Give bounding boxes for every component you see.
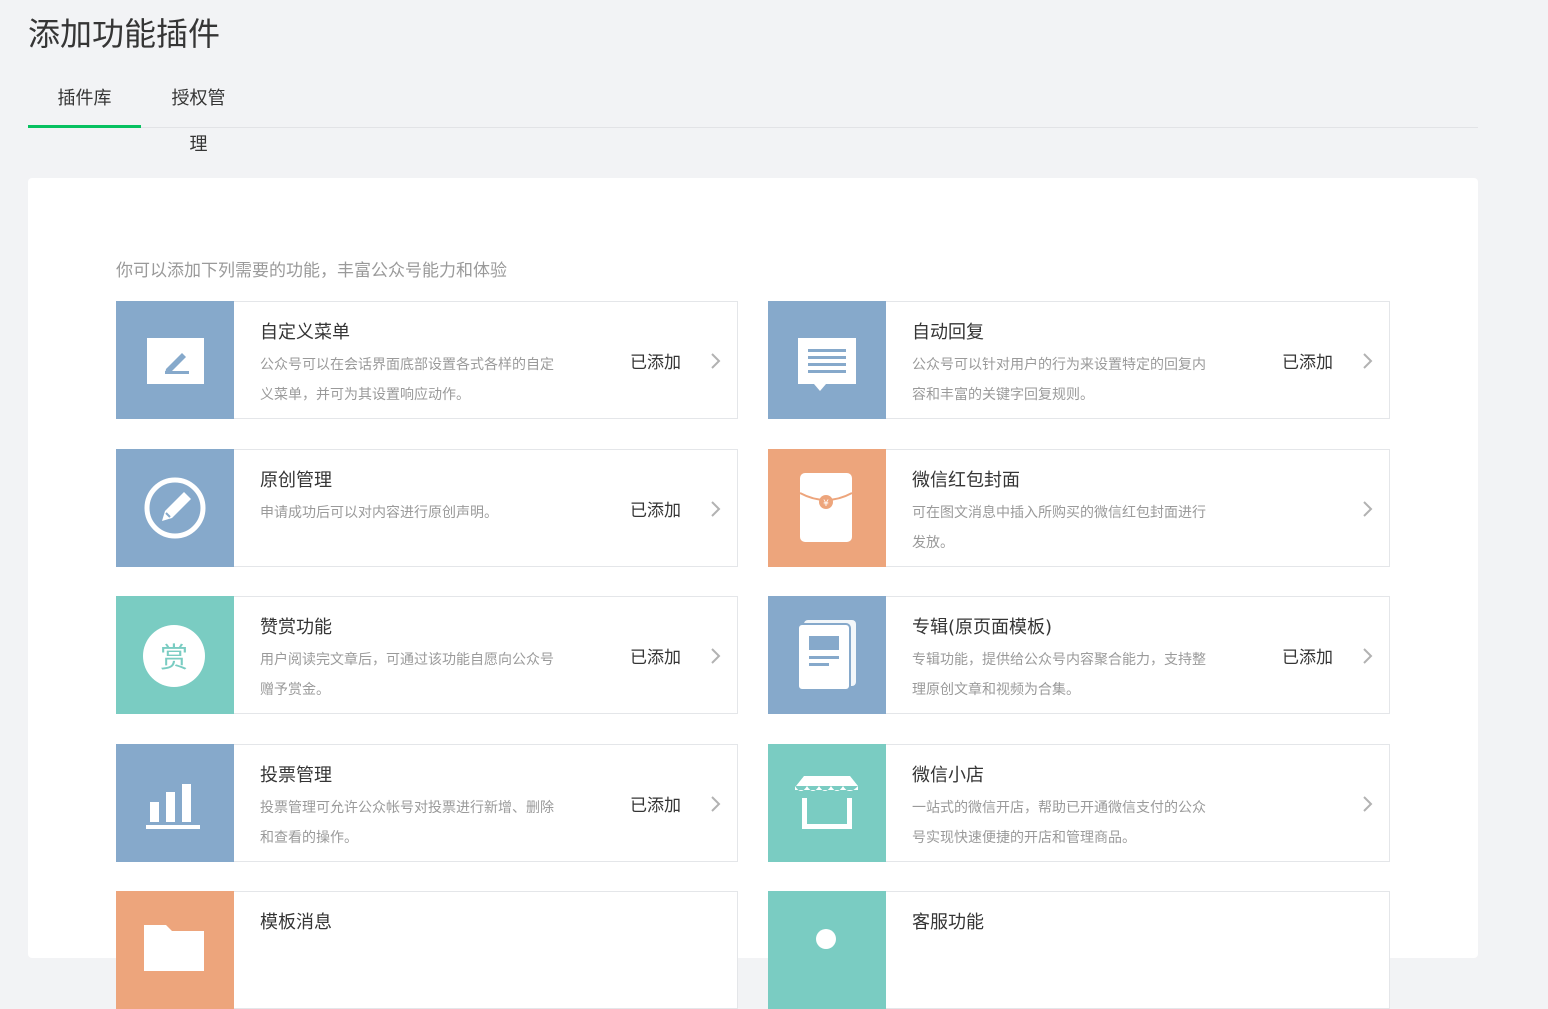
- plugin-title: 微信红包封面: [912, 470, 1020, 491]
- added-status: 已添加: [630, 648, 681, 668]
- plugin-card-custom-menu[interactable]: 自定义菜单 公众号可以在会话界面底部设置各式各样的自定义菜单，并可为其设置响应动…: [116, 301, 738, 419]
- red-packet-icon: ¥: [768, 449, 886, 567]
- plugin-card-reward[interactable]: 赏 赞赏功能 用户阅读完文章后，可通过该功能自愿向公众号赠予赏金。 已添加: [116, 596, 738, 714]
- reward-icon-text: 赏: [160, 641, 188, 674]
- chevron-right-icon: [1363, 648, 1373, 664]
- template-icon: [116, 891, 234, 1009]
- service-icon: [768, 891, 886, 1009]
- plugin-desc: 专辑功能，提供给公众号内容聚合能力，支持整理原创文章和视频为合集。: [912, 652, 1206, 698]
- plugin-desc: 可在图文消息中插入所购买的微信红包封面进行发放。: [912, 505, 1206, 551]
- added-status: 已添加: [1282, 648, 1333, 668]
- plugin-title: 赞赏功能: [260, 617, 332, 638]
- plugin-card-customer-service[interactable]: 客服功能: [768, 891, 1390, 1009]
- chevron-right-icon: [711, 796, 721, 812]
- added-status: 已添加: [630, 501, 681, 521]
- added-status: 已添加: [630, 796, 681, 816]
- reward-icon: 赏: [116, 596, 234, 714]
- chevron-right-icon: [1363, 796, 1373, 812]
- plugin-desc: 公众号可以针对用户的行为来设置特定的回复内容和丰富的关键字回复规则。: [912, 357, 1206, 403]
- chevron-right-icon: [1363, 501, 1373, 517]
- plugin-card-album[interactable]: 专辑(原页面模板) 专辑功能，提供给公众号内容聚合能力，支持整理原创文章和视频为…: [768, 596, 1390, 714]
- plugin-desc: 申请成功后可以对内容进行原创声明。: [260, 505, 498, 521]
- plugin-desc: 用户阅读完文章后，可通过该功能自愿向公众号赠予赏金。: [260, 652, 554, 698]
- chevron-right-icon: [1363, 353, 1373, 369]
- chevron-right-icon: [711, 648, 721, 664]
- page-title: 添加功能插件: [28, 15, 221, 53]
- plugin-card-vote[interactable]: 投票管理 投票管理可允许公众帐号对投票进行新增、删除和查看的操作。 已添加: [116, 744, 738, 862]
- tab-bar: 插件库 授权管理: [28, 76, 1478, 155]
- plugin-title: 模板消息: [260, 912, 332, 933]
- chevron-right-icon: [711, 501, 721, 517]
- plugin-panel: 你可以添加下列需要的功能，丰富公众号能力和体验 自定义菜单 公众号可以在会话界面…: [28, 178, 1478, 1009]
- added-status: 已添加: [630, 353, 681, 373]
- plugin-title: 专辑(原页面模板): [912, 617, 1053, 638]
- plugin-card-original[interactable]: 原创管理 申请成功后可以对内容进行原创声明。 已添加: [116, 449, 738, 567]
- original-pen-icon: [116, 449, 234, 567]
- plugin-desc: 公众号可以在会话界面底部设置各式各样的自定义菜单，并可为其设置响应动作。: [260, 357, 554, 403]
- plugin-desc: 一站式的微信开店，帮助已开通微信支付的公众号实现快速便捷的开店和管理商品。: [912, 800, 1206, 846]
- added-status: 已添加: [1282, 353, 1333, 373]
- plugin-title: 投票管理: [260, 765, 332, 786]
- plugin-card-store[interactable]: 微信小店 一站式的微信开店，帮助已开通微信支付的公众号实现快速便捷的开店和管理商…: [768, 744, 1390, 862]
- store-icon: [768, 744, 886, 862]
- plugin-card-red-packet[interactable]: ¥ 微信红包封面 可在图文消息中插入所购买的微信红包封面进行发放。: [768, 449, 1390, 567]
- tab-authorization[interactable]: 授权管理: [163, 76, 234, 155]
- plugin-title: 自定义菜单: [260, 322, 350, 343]
- plugin-desc: 投票管理可允许公众帐号对投票进行新增、删除和查看的操作。: [260, 800, 554, 846]
- intro-text: 你可以添加下列需要的功能，丰富公众号能力和体验: [116, 261, 507, 281]
- plugin-title: 原创管理: [260, 470, 332, 491]
- edit-icon: [116, 301, 234, 419]
- plugin-title: 微信小店: [912, 765, 984, 786]
- chevron-right-icon: [711, 353, 721, 369]
- message-icon: [768, 301, 886, 419]
- tab-plugin-library[interactable]: 插件库: [28, 76, 141, 128]
- plugin-title: 客服功能: [912, 912, 984, 933]
- album-icon: [768, 596, 886, 714]
- bar-chart-icon: [116, 744, 234, 862]
- plugin-card-template[interactable]: 模板消息: [116, 891, 738, 1009]
- svg-text:¥: ¥: [823, 499, 829, 509]
- plugin-card-auto-reply[interactable]: 自动回复 公众号可以针对用户的行为来设置特定的回复内容和丰富的关键字回复规则。 …: [768, 301, 1390, 419]
- plugin-title: 自动回复: [912, 322, 984, 343]
